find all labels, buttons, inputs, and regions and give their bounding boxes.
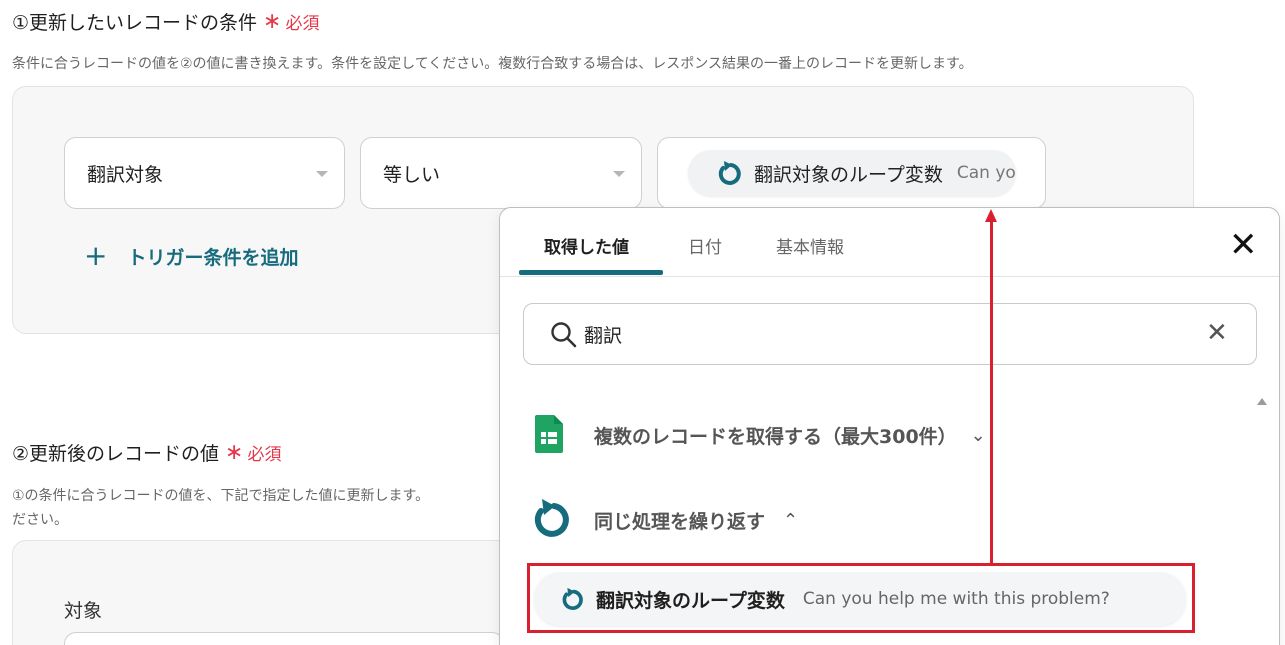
annotation-arrow-head-icon [985, 209, 997, 222]
target-field-label: 対象 [64, 600, 103, 622]
tab-basic-info[interactable]: 基本情報 [776, 233, 844, 258]
operator-select[interactable]: 等しい [360, 137, 642, 209]
section1-description: 条件に合うレコードの値を②の値に書き換えます。条件を設定してください。複数行合致… [12, 56, 973, 72]
field-select-value: 翻訳対象 [87, 163, 164, 186]
required-star-icon: ∗ [263, 8, 282, 34]
chevron-up-icon: ⌃ [783, 510, 799, 531]
search-icon [551, 322, 577, 348]
group-loop-label: 同じ処理を繰り返す [594, 511, 766, 533]
loop-icon [718, 161, 741, 185]
value-pill[interactable]: 翻訳対象のループ変数 Can yo [688, 150, 1016, 196]
section2-title: ②更新後のレコードの値 ∗ 必須 [12, 439, 281, 466]
highlight-box [527, 563, 1195, 633]
tabs-divider [500, 276, 1279, 277]
value-input[interactable]: 翻訳対象のループ変数 Can yo [657, 137, 1046, 209]
operator-select-value: 等しい [383, 163, 441, 186]
group-get-records[interactable]: 複数のレコードを取得する（最大300件） ⌄ [594, 422, 986, 449]
required-badge: ∗ 必須 [263, 9, 319, 34]
active-tab-indicator [519, 270, 663, 275]
tab-date[interactable]: 日付 [688, 233, 722, 258]
variable-picker-popup: 取得した値 日付 基本情報 ✕ 翻訳 ✕ 複数のレコードを取得する（最大300件… [499, 207, 1280, 645]
search-field[interactable]: 翻訳 ✕ [523, 303, 1257, 365]
value-panel [12, 540, 512, 645]
section2-description-line1: ①の条件に合うレコードの値を、下記で指定した値に更新します。 [12, 488, 430, 504]
add-condition-label: トリガー条件を追加 [127, 246, 299, 269]
loop-icon [534, 499, 569, 537]
value-pill-value: Can yo [956, 163, 1016, 183]
close-icon[interactable]: ✕ [1229, 228, 1258, 262]
caret-down-icon [613, 171, 625, 177]
google-sheets-icon [535, 415, 563, 453]
field-select[interactable]: 翻訳対象 [64, 137, 345, 209]
search-input[interactable]: 翻訳 [584, 321, 622, 348]
scroll-up-icon[interactable] [1257, 398, 1267, 405]
plus-icon: + [84, 239, 108, 272]
clear-search-icon[interactable]: ✕ [1206, 318, 1228, 348]
required-label: 必須 [285, 14, 320, 34]
group-get-records-label: 複数のレコードを取得する（最大300件） [594, 426, 957, 448]
add-condition-button[interactable]: + トリガー条件を追加 [84, 242, 298, 270]
group-loop[interactable]: 同じ処理を繰り返す ⌃ [594, 507, 798, 534]
tab-acquired-values[interactable]: 取得した値 [544, 233, 629, 258]
caret-down-icon [316, 171, 328, 177]
target-field-input[interactable] [64, 632, 504, 645]
section2-title-text: ②更新後のレコードの値 [12, 443, 220, 465]
section1-title-text: ①更新したいレコードの条件 [12, 12, 258, 34]
annotation-arrow-line [990, 220, 993, 564]
value-pill-label: 翻訳対象のループ変数 [754, 163, 943, 186]
section2-description-line2: ださい。 [12, 512, 68, 528]
required-label: 必須 [247, 445, 282, 465]
chevron-down-icon: ⌄ [970, 425, 986, 446]
section1-title: ①更新したいレコードの条件 ∗ 必須 [12, 8, 319, 35]
required-star-icon: ∗ [225, 439, 244, 465]
required-badge: ∗ 必須 [225, 440, 281, 465]
